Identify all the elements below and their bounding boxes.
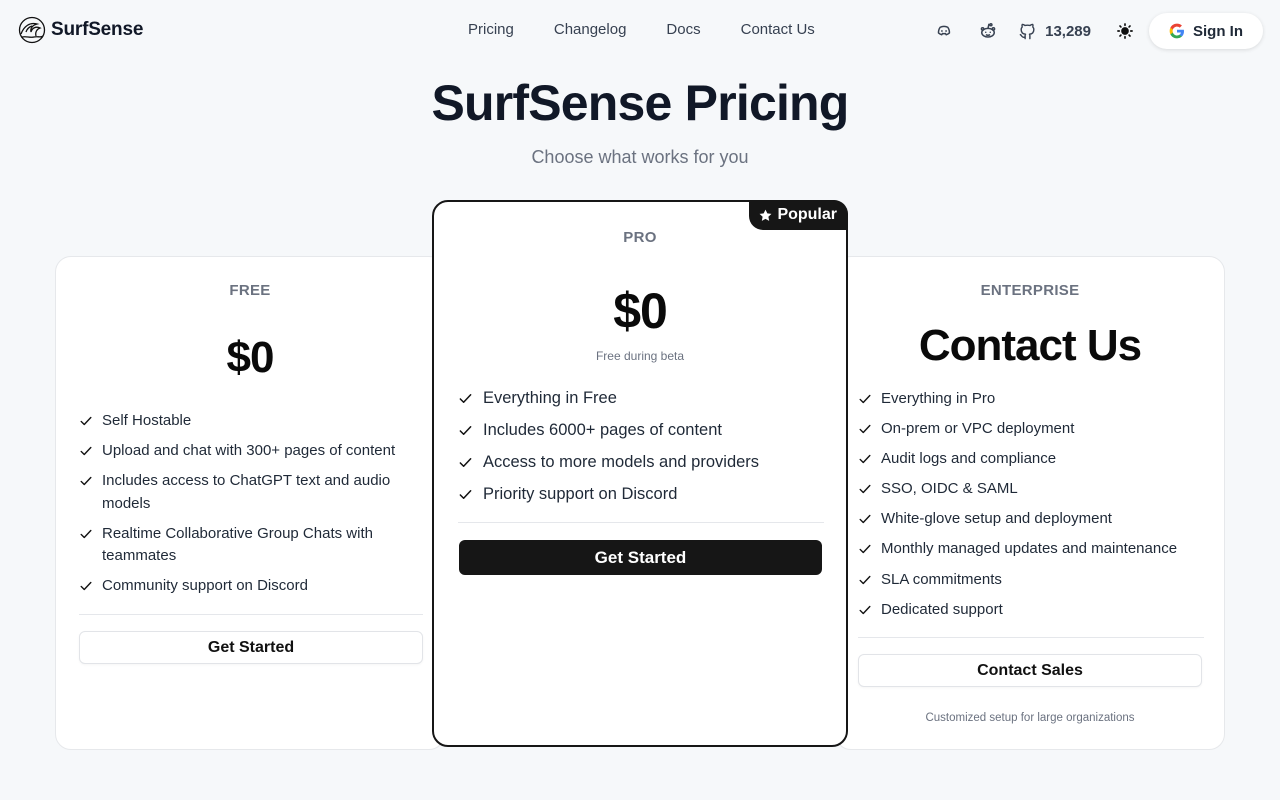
check-icon [80,446,92,456]
feature-item: Everything in Free [458,386,824,410]
reddit-link[interactable] [970,13,1006,49]
check-icon [80,529,92,538]
plan-price: Contact Us [918,321,1142,370]
feature-text: Self Hostable [102,412,192,429]
nav-pricing[interactable]: Pricing [448,21,534,38]
nav-changelog[interactable]: Changelog [534,21,647,38]
feature-item: Everything in Pro [858,388,1204,411]
enterprise-footnote: Customized setup for large organizations [925,712,1135,724]
brand-name: SurfSense [51,19,144,40]
feature-text: Realtime Collaborative Group Chats with … [102,524,373,565]
feature-item: On-prem or VPC deployment [858,418,1204,441]
feature-item: SLA commitments [858,569,1204,592]
plan-tier: ENTERPRISE [980,282,1080,299]
page-title: SurfSense Pricing [431,75,849,131]
github-star-count: 13,289 [1045,22,1091,40]
feature-item: Community support on Discord [79,575,423,598]
pro-get-started-button[interactable]: Get Started [459,540,822,575]
check-icon [859,605,871,614]
feature-text: Everything in Pro [881,390,996,407]
feature-list: Everything in Free Includes 6000+ pages … [458,386,824,514]
feature-item: Monthly managed updates and maintenance [858,538,1204,561]
free-get-started-button[interactable]: Get Started [79,631,423,664]
nav-contact-us[interactable]: Contact Us [721,21,835,38]
feature-text: Dedicated support [881,600,1003,618]
feature-text: Priority support on Discord [483,485,678,503]
plan-card-free: FREE $0 Self Hostable Upload and chat wi… [55,256,445,750]
feature-item: Access to more models and providers [458,450,824,474]
feature-item: Dedicated support [858,599,1204,622]
check-icon [80,476,92,486]
discord-icon [937,25,951,36]
plan-tier: FREE [229,282,271,299]
feature-list: Everything in Pro On-prem or VPC deploym… [858,388,1204,629]
sign-in-button[interactable]: Sign In [1149,13,1263,49]
plan-price: $0 [226,333,275,382]
check-icon [859,424,871,434]
feature-item: Self Hostable [79,410,423,433]
theme-toggle[interactable] [1107,13,1143,49]
check-icon [859,575,871,584]
sign-in-label: Sign In [1193,22,1243,40]
card-divider [458,522,824,523]
check-icon [459,426,472,435]
card-divider [79,614,423,615]
contact-sales-button[interactable]: Contact Sales [858,654,1202,687]
feature-text: Audit logs and compliance [881,450,1057,468]
header-tools: 13,289 Sign In [926,13,1263,49]
wave-logo-icon [18,16,46,44]
feature-text: Includes 6000+ pages of content [483,421,722,439]
plan-card-enterprise: ENTERPRISE Contact Us Everything in Pro … [835,256,1225,750]
google-icon [1169,23,1184,39]
check-icon [859,545,871,554]
plan-card-pro: Popular PRO $0 Free during beta Everythi… [432,200,848,747]
feature-text: White-glove setup and deployment [881,510,1112,528]
feature-list: Self Hostable Upload and chat with 300+ … [79,410,423,605]
popular-label: Popular [777,206,837,223]
feature-text: Access to more models and providers [483,453,760,471]
check-icon [859,515,871,524]
check-icon [859,394,871,404]
feature-text: On-prem or VPC deployment [881,420,1075,438]
check-icon [459,490,472,499]
feature-text: Upload and chat with 300+ pages of conte… [102,442,396,459]
plan-tier: PRO [623,229,657,246]
check-icon [859,454,871,464]
plan-price: $0 [613,283,668,339]
feature-item: Upload and chat with 300+ pages of conte… [79,440,423,463]
feature-text: SSO, OIDC & SAML [881,480,1018,498]
feature-item: Priority support on Discord [458,482,824,506]
check-icon [80,581,92,591]
card-divider [858,637,1204,638]
brand-logo-link[interactable]: SurfSense [18,16,143,44]
check-icon [80,416,92,426]
feature-item: SSO, OIDC & SAML [858,478,1204,501]
feature-item: White-glove setup and deployment [858,508,1204,531]
feature-item: Audit logs and compliance [858,448,1204,471]
main-nav: Pricing Changelog Docs Contact Us [448,21,835,38]
check-icon [859,485,871,494]
feature-text: Monthly managed updates and maintenance [881,540,1178,558]
check-icon [459,394,472,403]
page-subtitle: Choose what works for you [531,147,749,167]
feature-text: Community support on Discord [102,577,308,594]
discord-link[interactable] [926,13,962,49]
feature-item: Realtime Collaborative Group Chats with … [79,523,423,568]
feature-item: Includes 6000+ pages of content [458,418,824,442]
feature-item: Includes access to ChatGPT text and audi… [79,470,423,515]
price-note: Free during beta [595,349,685,363]
github-icon [1019,23,1035,39]
reddit-icon [980,22,996,38]
popular-badge: Popular [749,200,848,230]
star-icon [760,209,772,221]
feature-text: Includes access to ChatGPT text and audi… [102,472,391,512]
github-stars-link[interactable]: 13,289 [1018,22,1091,41]
feature-text: SLA commitments [881,570,1002,588]
feature-text: Everything in Free [483,389,617,407]
sun-icon [1117,23,1133,39]
check-icon [459,458,472,467]
nav-docs[interactable]: Docs [646,21,720,38]
top-navbar: SurfSense Pricing Changelog Docs Contact… [0,0,1280,62]
